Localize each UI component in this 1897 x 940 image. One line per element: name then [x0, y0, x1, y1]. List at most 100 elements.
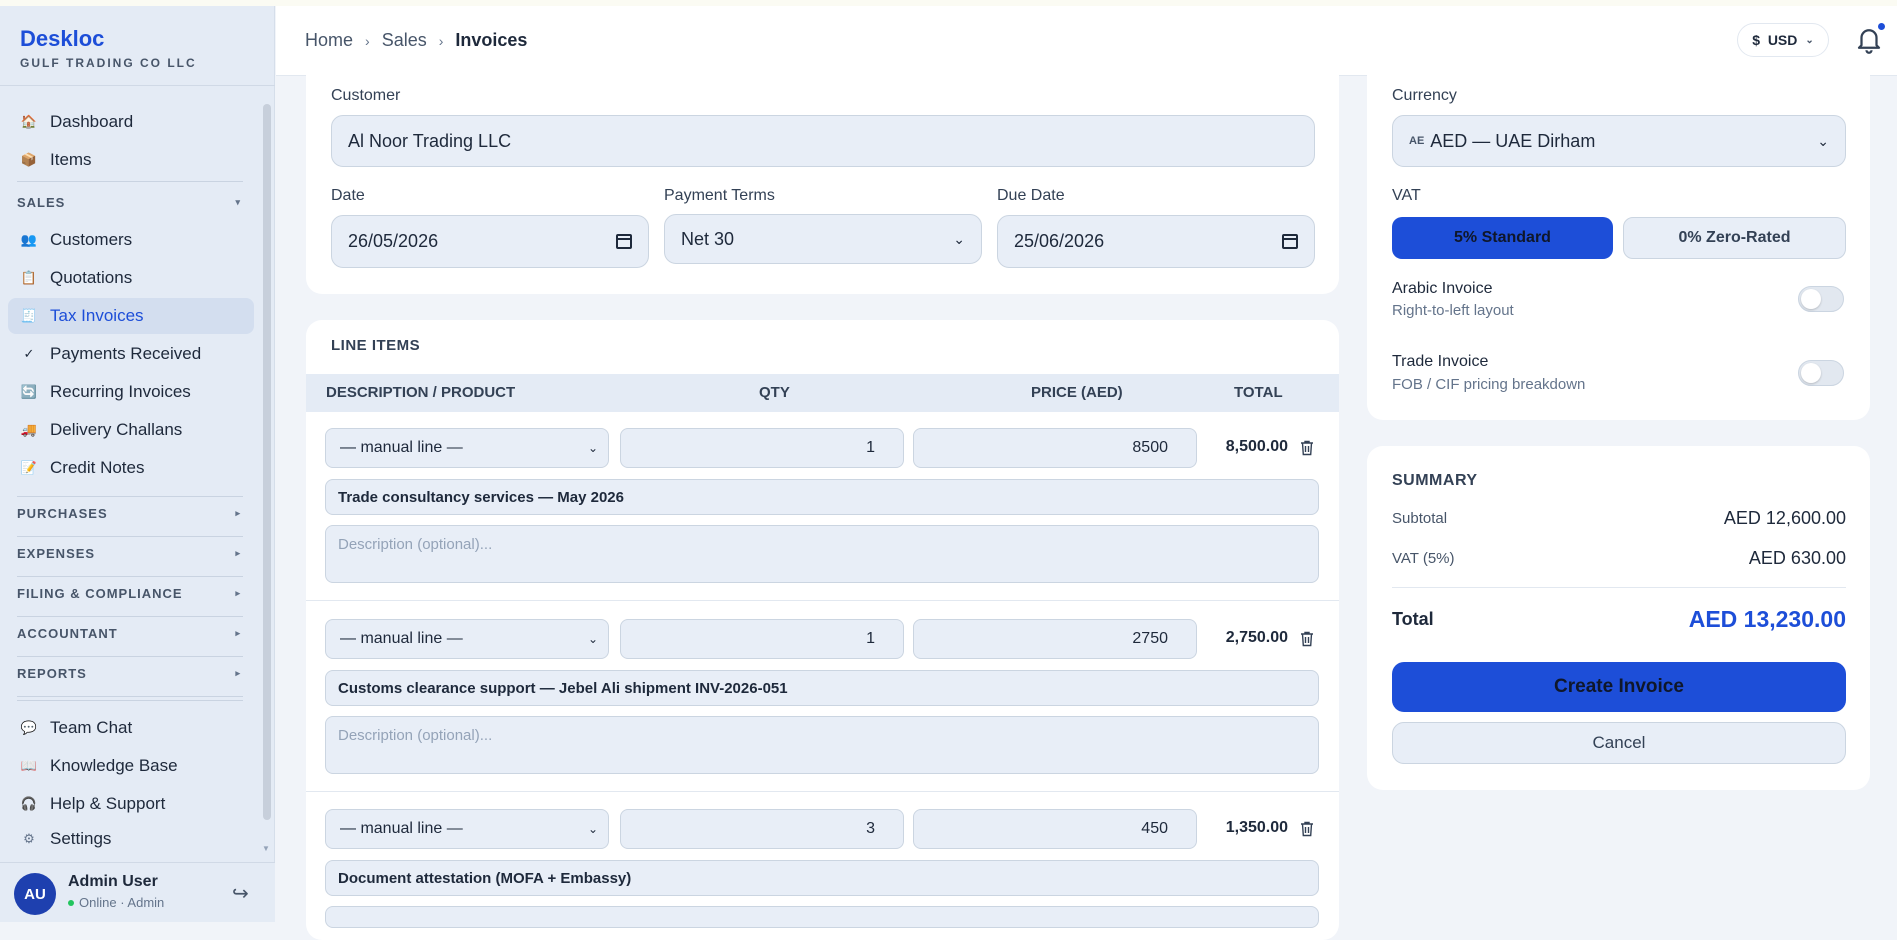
product-select[interactable]: — manual line — ⌄ — [325, 428, 609, 468]
item-description-input[interactable] — [325, 906, 1319, 928]
sidebar-item-quotations[interactable]: 📋 Quotations — [8, 260, 254, 296]
chevron-right-icon: ▸ — [235, 547, 241, 558]
section-sales[interactable]: SALES ▾ — [17, 187, 243, 217]
product-select[interactable]: — manual line — ⌄ — [325, 809, 609, 849]
company-name: GULF TRADING CO LLC — [20, 56, 197, 70]
sidebar-item-label: Delivery Challans — [50, 420, 183, 439]
sidebar-item-tax-invoices[interactable]: 🧾 Tax Invoices — [8, 298, 254, 334]
divider — [17, 616, 243, 617]
product-select[interactable]: — manual line — ⌄ — [325, 619, 609, 659]
date-field[interactable]: 26/05/2026 — [331, 215, 649, 268]
qty-input[interactable]: 3 — [620, 809, 904, 849]
sidebar-item-label: Customers — [50, 230, 133, 249]
line-items-title: LINE ITEMS — [331, 337, 421, 354]
chevron-right-icon: ▸ — [235, 507, 241, 518]
payment-terms-select[interactable]: Net 30 ⌄ — [664, 214, 982, 264]
trash-icon[interactable] — [1300, 631, 1314, 647]
product-value: — manual line — — [340, 630, 463, 647]
section-accountant[interactable]: ACCOUNTANT ▸ — [17, 618, 243, 648]
breadcrumb-home[interactable]: Home — [305, 30, 353, 51]
chevron-right-icon: ▸ — [235, 587, 241, 598]
trade-invoice-title: Trade Invoice — [1392, 353, 1489, 370]
sidebar-item-label: Help & Support — [50, 794, 166, 813]
brand-name[interactable]: Deskloc — [20, 26, 197, 52]
currency-switcher[interactable]: $ USD ⌄ — [1737, 23, 1829, 57]
item-description-input[interactable]: Description (optional)... — [325, 716, 1319, 774]
gear-icon: ⚙ — [23, 831, 35, 846]
trash-icon[interactable] — [1300, 440, 1314, 456]
breadcrumb-sales[interactable]: Sales — [382, 30, 427, 51]
section-filing-compliance[interactable]: FILING & COMPLIANCE ▸ — [17, 578, 243, 608]
sidebar-item-label: Knowledge Base — [50, 756, 178, 775]
check-icon: ✓ — [23, 346, 35, 361]
cancel-button[interactable]: Cancel — [1392, 722, 1846, 764]
price-input[interactable]: 2750 — [913, 619, 1197, 659]
chevron-down-icon: ▾ — [235, 196, 241, 207]
item-description-input[interactable]: Description (optional)... — [325, 525, 1319, 583]
price-input[interactable]: 8500 — [913, 428, 1197, 468]
sidebar-item-knowledge-base[interactable]: 📖 Knowledge Base — [8, 748, 254, 784]
sidebar-scrollbar[interactable] — [263, 104, 271, 820]
arabic-invoice-subtitle: Right-to-left layout — [1392, 302, 1514, 319]
vat-zero-rated-button[interactable]: 0% Zero-Rated — [1623, 217, 1846, 259]
item-name-input[interactable]: Document attestation (MOFA + Embassy) — [325, 860, 1319, 896]
sidebar-item-team-chat[interactable]: 💬 Team Chat — [8, 710, 254, 746]
vat-standard-button[interactable]: 5% Standard — [1392, 217, 1613, 259]
section-label: ACCOUNTANT — [17, 625, 118, 641]
sidebar-item-settings[interactable]: ⚙ Settings — [8, 824, 254, 854]
divider — [17, 576, 243, 577]
item-name-input[interactable]: Trade consultancy services — May 2026 — [325, 479, 1319, 515]
row-total: 2,750.00 — [1225, 629, 1288, 646]
trade-invoice-toggle[interactable] — [1798, 360, 1844, 386]
divider — [17, 536, 243, 537]
breadcrumb: Home › Sales › Invoices — [305, 30, 527, 51]
divider — [17, 656, 243, 657]
sidebar-item-customers[interactable]: 👥 Customers — [8, 222, 254, 258]
calendar-icon[interactable] — [616, 234, 632, 249]
divider — [0, 85, 275, 86]
due-date-field[interactable]: 25/06/2026 — [997, 215, 1315, 268]
sidebar-item-delivery-challans[interactable]: 🚚 Delivery Challans — [8, 412, 254, 448]
chevron-down-icon: ⌄ — [1805, 34, 1814, 46]
row-total: 8,500.00 — [1225, 438, 1288, 455]
sidebar: Deskloc GULF TRADING CO LLC 🏠 Dashboard … — [0, 6, 275, 922]
payment-terms-label: Payment Terms — [664, 187, 775, 204]
row-total: 1,350.00 — [1225, 819, 1288, 836]
vat-row: VAT (5%) AED 630.00 — [1392, 548, 1846, 569]
section-label: REPORTS — [17, 665, 87, 681]
calendar-icon[interactable] — [1282, 234, 1298, 249]
sidebar-item-label: Team Chat — [50, 718, 133, 737]
create-invoice-button[interactable]: Create Invoice — [1392, 662, 1846, 712]
divider — [17, 496, 243, 497]
scroll-down-icon[interactable]: ▼ — [262, 844, 270, 853]
customer-select[interactable]: Al Noor Trading LLC — [331, 115, 1315, 167]
sidebar-item-recurring-invoices[interactable]: 🔄 Recurring Invoices — [8, 374, 254, 410]
sidebar-item-items[interactable]: 📦 Items — [8, 142, 254, 178]
sidebar-item-credit-notes[interactable]: 📝 Credit Notes — [8, 450, 254, 486]
trade-invoice-subtitle: FOB / CIF pricing breakdown — [1392, 376, 1586, 393]
avatar[interactable]: AU — [14, 873, 56, 915]
price-input[interactable]: 450 — [913, 809, 1197, 849]
row-divider — [306, 600, 1339, 601]
col-description: DESCRIPTION / PRODUCT — [326, 384, 516, 401]
customer-value: Al Noor Trading LLC — [348, 130, 512, 151]
logout-icon[interactable]: ↪ — [232, 881, 249, 906]
trash-icon[interactable] — [1300, 821, 1314, 837]
headset-icon: 🎧 — [20, 796, 38, 811]
section-purchases[interactable]: PURCHASES ▸ — [17, 498, 243, 528]
arabic-invoice-toggle[interactable] — [1798, 286, 1844, 312]
sidebar-item-help-support[interactable]: 🎧 Help & Support — [8, 786, 254, 822]
sidebar-item-dashboard[interactable]: 🏠 Dashboard — [8, 104, 254, 140]
sidebar-item-label: Credit Notes — [50, 458, 145, 477]
qty-input[interactable]: 1 — [620, 619, 904, 659]
section-reports[interactable]: REPORTS ▸ — [17, 658, 243, 688]
qty-input[interactable]: 1 — [620, 428, 904, 468]
breadcrumb-current: Invoices — [455, 30, 528, 50]
total-value: AED 13,230.00 — [1688, 606, 1846, 632]
sidebar-item-payments-received[interactable]: ✓ Payments Received — [8, 336, 254, 372]
col-total: TOTAL — [1234, 384, 1283, 401]
item-name-input[interactable]: Customs clearance support — Jebel Ali sh… — [325, 670, 1319, 706]
currency-select[interactable]: AE AED — UAE Dirham ⌄ — [1392, 115, 1846, 167]
section-expenses[interactable]: EXPENSES ▸ — [17, 538, 243, 568]
section-label: EXPENSES — [17, 545, 96, 561]
